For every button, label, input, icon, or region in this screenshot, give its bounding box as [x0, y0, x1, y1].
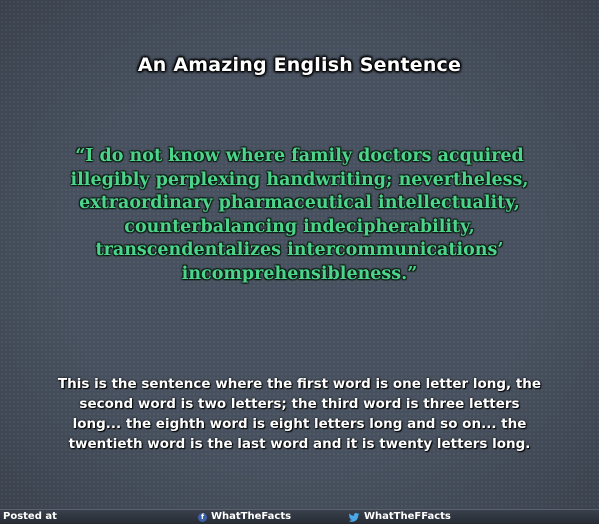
explanation-text: This is the sentence where the first wor… — [0, 374, 599, 454]
quote-line: incomprehensibleness.” — [181, 263, 418, 284]
twitter-icon — [348, 512, 360, 522]
quote-line: transcendentalizes intercommunications’ — [95, 240, 504, 260]
explanation-line: This is the sentence where the first wor… — [57, 376, 542, 392]
quote-line: extraordinary pharmaceutical intellectua… — [79, 193, 520, 213]
explanation-line: second word is two letters; the third wo… — [79, 396, 520, 412]
page-title: An Amazing English Sentence — [137, 54, 462, 76]
posted-at-label: Posted at — [3, 511, 57, 522]
explanation-line: twentieth word is the last word and it i… — [68, 436, 531, 452]
quote-block: “I do not know where family doctors acqu… — [0, 145, 599, 286]
facebook-link[interactable]: f WhatTheFacts — [198, 510, 291, 524]
quote-line: counterbalancing indecipherability, — [124, 216, 475, 237]
facebook-handle: WhatTheFacts — [211, 511, 292, 522]
quote-line: “I do not know where family doctors acqu… — [75, 146, 524, 166]
footer-bar: Posted at f WhatTheFacts WhatTheFFacts — [0, 509, 599, 524]
quote-line: illegibly perplexing handwriting; nevert… — [70, 169, 529, 190]
twitter-handle: WhatTheFFacts — [364, 511, 451, 522]
facebook-icon: f — [198, 512, 207, 522]
explanation-line: long... the eighth word is eight letters… — [72, 416, 527, 432]
twitter-link[interactable]: WhatTheFFacts — [348, 510, 451, 524]
